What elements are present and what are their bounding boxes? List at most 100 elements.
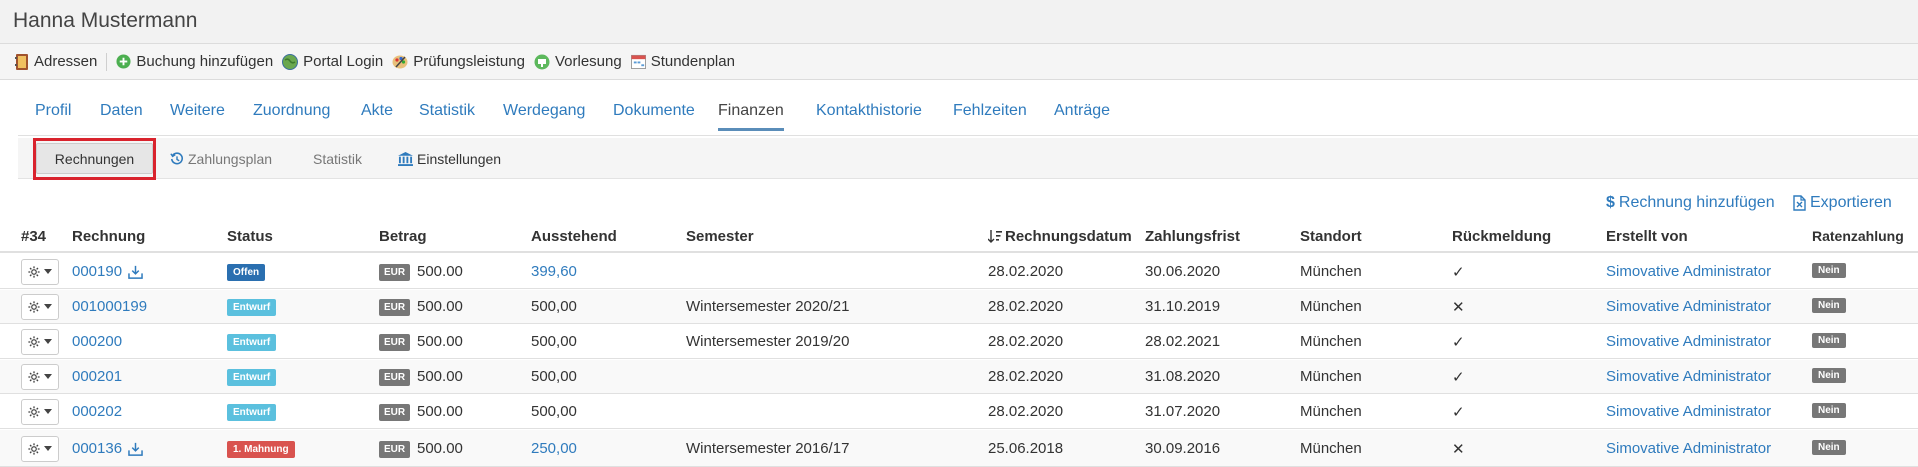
- download-icon[interactable]: [128, 265, 143, 279]
- toolbar-pruefungsleistung-label: Prüfungsleistung: [413, 53, 525, 70]
- status-badge: Entwurf: [227, 404, 277, 421]
- outstanding-amount: 500,00: [531, 298, 577, 315]
- row-actions-button[interactable]: [21, 399, 59, 425]
- col-standort[interactable]: Standort: [1300, 228, 1362, 245]
- created-by-link[interactable]: Simovative Administrator: [1606, 298, 1771, 315]
- tab-daten[interactable]: Daten: [100, 102, 143, 128]
- installment-badge: Nein: [1812, 333, 1846, 348]
- row-actions-button[interactable]: [21, 436, 59, 462]
- add-invoice-label: Rechnung hinzufügen: [1618, 194, 1775, 211]
- created-by-link[interactable]: Simovative Administrator: [1606, 403, 1771, 420]
- tab-werdegang[interactable]: Werdegang: [503, 102, 585, 128]
- page-title: Hanna Mustermann: [13, 9, 198, 32]
- address-book-icon: [15, 53, 28, 70]
- feedback-mark: ✕: [1452, 441, 1465, 458]
- subtab-einstellungen[interactable]: Einstellungen: [398, 143, 501, 174]
- gear-icon: [28, 336, 52, 348]
- subtab-zahlungsplan-label: Zahlungsplan: [188, 150, 273, 167]
- tab-antraege[interactable]: Anträge: [1054, 102, 1110, 128]
- location: München: [1300, 440, 1362, 457]
- due-date: 30.06.2020: [1145, 263, 1221, 280]
- tab-kontakthistorie[interactable]: Kontakthistorie: [816, 102, 922, 128]
- invoice-link[interactable]: 000136: [72, 440, 143, 457]
- amount: 500.00: [417, 368, 463, 385]
- col-rechnung[interactable]: Rechnung: [72, 228, 145, 245]
- status-badge: Entwurf: [227, 299, 277, 316]
- invoice-link[interactable]: 000202: [72, 403, 122, 420]
- feedback-mark: ✓: [1452, 334, 1465, 351]
- tab-statistik[interactable]: Statistik: [419, 102, 475, 128]
- subtab-statistik[interactable]: Statistik: [313, 143, 362, 174]
- feedback-mark: ✕: [1452, 299, 1465, 316]
- col-zahlungsfrist[interactable]: Zahlungsfrist: [1145, 228, 1240, 245]
- col-rechnungsdatum-label: Rechnungsdatum: [1005, 228, 1132, 245]
- created-by-link[interactable]: Simovative Administrator: [1606, 333, 1771, 350]
- tab-profil[interactable]: Profil: [35, 102, 71, 128]
- invoice-date: 28.02.2020: [988, 298, 1064, 315]
- created-by-link[interactable]: Simovative Administrator: [1606, 368, 1771, 385]
- gear-icon: [28, 443, 52, 455]
- row-actions-button[interactable]: [21, 259, 59, 285]
- created-by-link[interactable]: Simovative Administrator: [1606, 263, 1771, 280]
- toolbar-stundenplan[interactable]: Stundenplan: [630, 53, 735, 70]
- subtab-zahlungsplan[interactable]: Zahlungsplan: [170, 143, 272, 174]
- col-ratenzahlung[interactable]: Ratenzahlung: [1812, 228, 1904, 244]
- toolbar-buchung-label: Buchung hinzufügen: [136, 53, 274, 70]
- tab-dokumente[interactable]: Dokumente: [613, 102, 695, 128]
- tab-akte[interactable]: Akte: [361, 102, 393, 128]
- tab-weitere[interactable]: Weitere: [170, 102, 225, 128]
- invoice-link[interactable]: 000201: [72, 368, 122, 385]
- invoice-number: 000190: [72, 263, 123, 280]
- export-button[interactable]: Exportieren: [1793, 194, 1892, 212]
- sort-icon: [988, 230, 1002, 243]
- bank-icon: [398, 151, 413, 166]
- toolbar-buchung-hinzufuegen[interactable]: Buchung hinzufügen: [116, 53, 273, 70]
- finance-subtabs: Rechnungen Zahlungsplan Statistik Einste…: [18, 138, 1918, 179]
- invoice-link[interactable]: 000200: [72, 333, 122, 350]
- gear-icon: [28, 371, 52, 383]
- col-rechnungsdatum[interactable]: Rechnungsdatum: [988, 228, 1132, 245]
- amount: 500.00: [417, 263, 463, 280]
- tab-finanzen[interactable]: Finanzen: [718, 102, 784, 131]
- table-row: 000200 Entwurf EUR 500.00 500,00 Wintersemest…: [0, 325, 1918, 359]
- col-betrag[interactable]: Betrag: [379, 228, 427, 245]
- col-semester[interactable]: Semester: [686, 228, 754, 245]
- due-date: 31.07.2020: [1145, 403, 1221, 420]
- outstanding-amount[interactable]: 399,60: [531, 263, 577, 280]
- invoice-link[interactable]: 000190: [72, 263, 143, 280]
- due-date: 31.10.2019: [1145, 298, 1221, 315]
- invoice-link[interactable]: 001000199: [72, 298, 147, 315]
- gear-icon: [28, 266, 52, 278]
- currency-badge: EUR: [379, 264, 411, 281]
- lecture-icon: [534, 54, 550, 69]
- col-status[interactable]: Status: [227, 228, 273, 245]
- invoice-number: 001000199: [72, 298, 148, 315]
- toolbar-pruefungsleistung[interactable]: Prüfungsleistung: [392, 53, 525, 70]
- location: München: [1300, 403, 1362, 420]
- row-actions-button[interactable]: [21, 329, 59, 355]
- invoice-date: 28.02.2020: [988, 333, 1064, 350]
- currency-badge: EUR: [379, 404, 411, 421]
- installment-badge: Nein: [1812, 440, 1846, 455]
- col-rueckmeldung[interactable]: Rückmeldung: [1452, 228, 1551, 245]
- download-icon[interactable]: [128, 442, 143, 456]
- col-erstellt-von[interactable]: Erstellt von: [1606, 228, 1688, 245]
- col-count: #34: [21, 228, 47, 245]
- dollar-icon: $: [1606, 194, 1615, 211]
- row-actions-button[interactable]: [21, 294, 59, 320]
- invoice-date: 28.02.2020: [988, 403, 1064, 420]
- location: München: [1300, 263, 1362, 280]
- toolbar-vorlesung[interactable]: Vorlesung: [534, 53, 622, 70]
- toolbar-portal-login[interactable]: Portal Login: [282, 53, 383, 70]
- outstanding-amount[interactable]: 250,00: [531, 440, 577, 457]
- add-invoice-button[interactable]: $ Rechnung hinzufügen: [1606, 194, 1775, 212]
- row-actions-button[interactable]: [21, 364, 59, 390]
- toolbar-adressen[interactable]: Adressen: [15, 53, 97, 70]
- col-ausstehend[interactable]: Ausstehend: [531, 228, 617, 245]
- status-badge: 1. Mahnung: [227, 441, 295, 458]
- status-badge: Entwurf: [227, 369, 277, 386]
- amount: 500.00: [417, 403, 463, 420]
- tab-zuordnung[interactable]: Zuordnung: [253, 102, 330, 128]
- created-by-link[interactable]: Simovative Administrator: [1606, 440, 1771, 457]
- tab-fehlzeiten[interactable]: Fehlzeiten: [953, 102, 1027, 128]
